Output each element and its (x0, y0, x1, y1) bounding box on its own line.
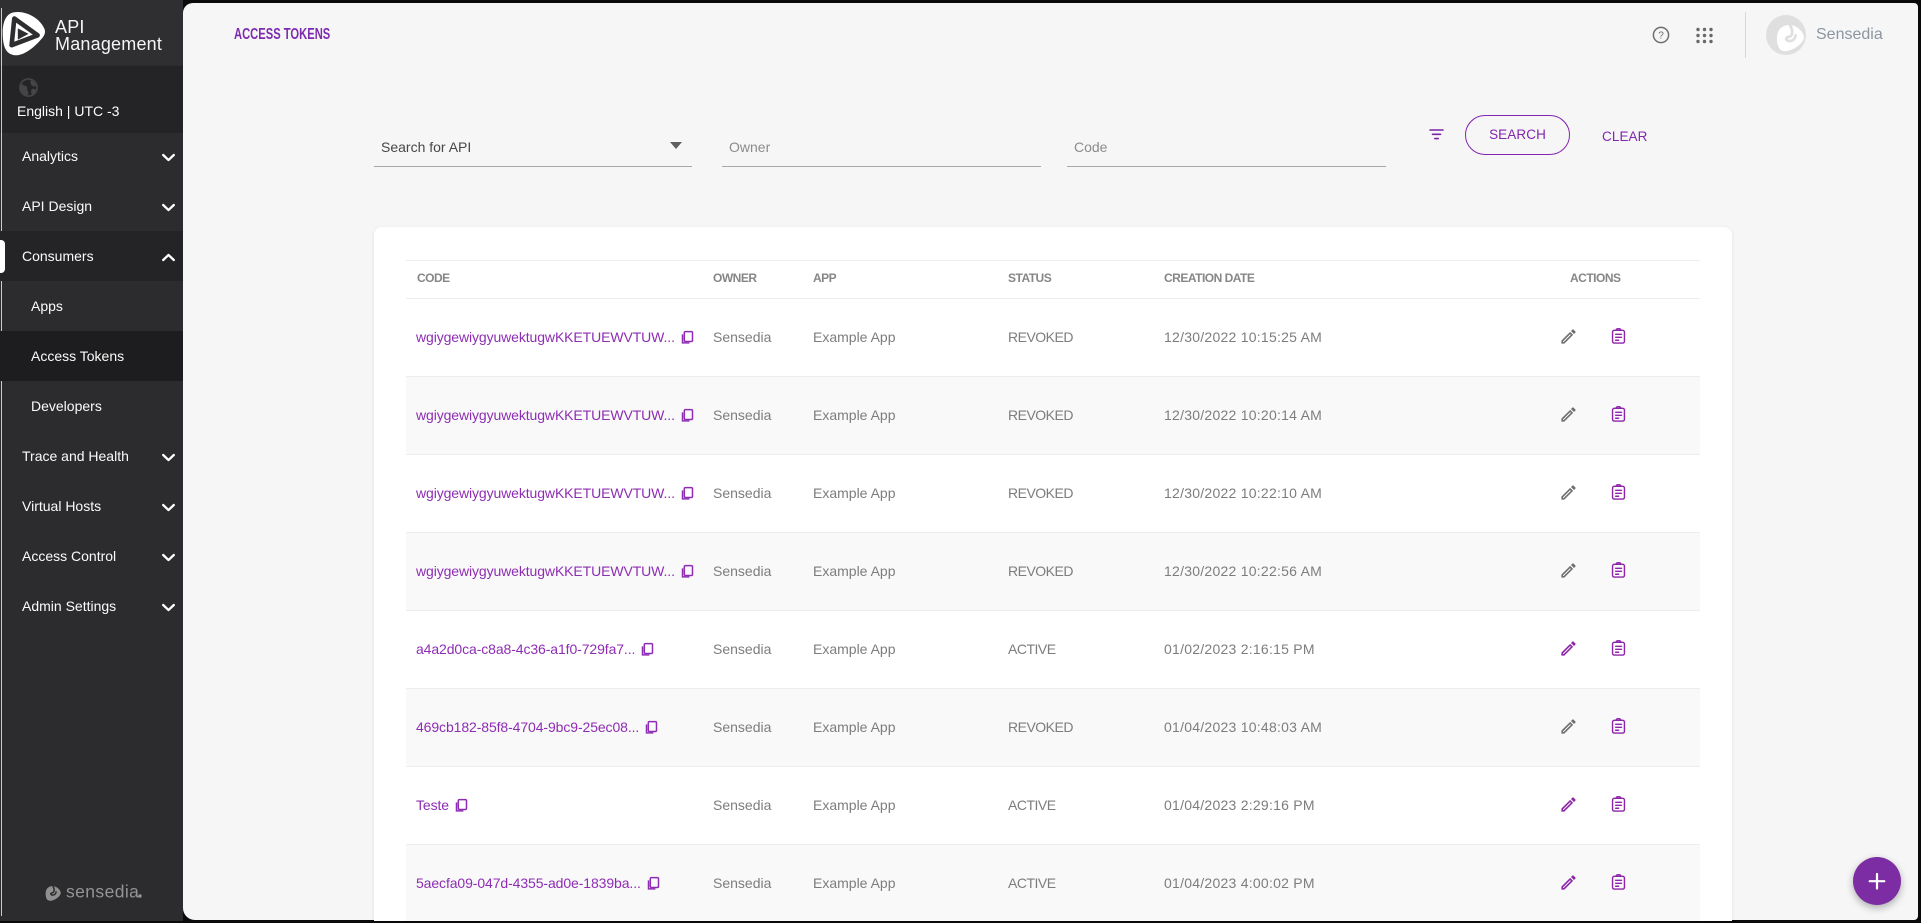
svg-text:?: ? (1658, 31, 1664, 42)
svg-text:sensedia: sensedia (66, 882, 139, 902)
